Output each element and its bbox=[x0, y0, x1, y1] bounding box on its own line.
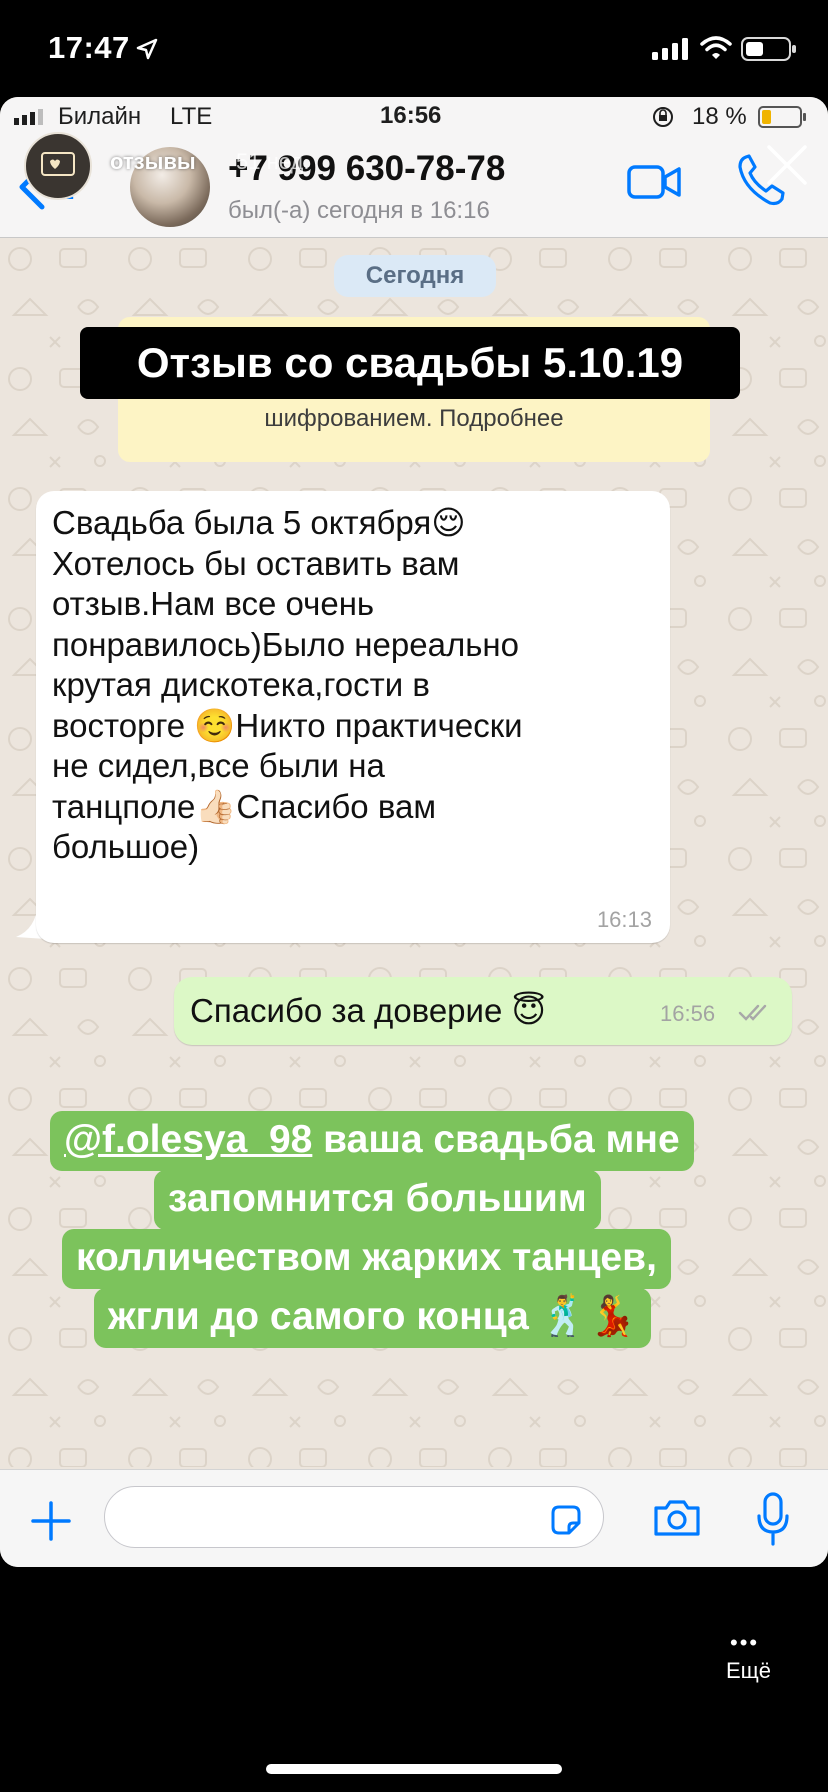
incoming-message-text: Свадьба была 5 октября😌 Хотелось бы оста… bbox=[52, 504, 523, 865]
more-label: Ещё bbox=[726, 1658, 772, 1683]
read-ticks-icon bbox=[738, 1004, 767, 1021]
message-input[interactable] bbox=[104, 1486, 604, 1548]
close-icon[interactable] bbox=[764, 142, 810, 188]
inner-status-bar: Билайн LTE 16:56 18 % bbox=[0, 97, 828, 135]
story-account-avatar[interactable] bbox=[24, 132, 92, 200]
caption-line-4: жгли до самого конца 🕺💃 bbox=[94, 1288, 651, 1348]
plus-icon[interactable] bbox=[30, 1500, 72, 1542]
more-dots-icon: ••• bbox=[730, 1630, 760, 1655]
incoming-message-time: 16:13 bbox=[596, 907, 652, 932]
battery-icon bbox=[741, 37, 796, 61]
location-arrow-icon bbox=[136, 38, 158, 60]
home-indicator[interactable] bbox=[266, 1764, 562, 1774]
mention-handle[interactable]: @f.olesya_98 bbox=[64, 1118, 312, 1161]
encryption-notice-text: шифрованием. Подробнее bbox=[264, 405, 564, 432]
inner-time: 16:56 bbox=[380, 102, 442, 129]
wifi-icon bbox=[700, 36, 732, 59]
inner-battery-icon bbox=[758, 106, 806, 128]
chat-input-bar bbox=[0, 1469, 828, 1567]
contact-last-seen: был(-а) сегодня в 16:16 bbox=[228, 197, 490, 224]
inner-carrier: Билайн bbox=[58, 103, 142, 130]
story-card: Билайн LTE 16:56 18 % 2 +7 999 630-78-78… bbox=[0, 97, 828, 1567]
os-status-time: 17:47 bbox=[48, 30, 130, 65]
inner-battery-percent: 18 % bbox=[692, 103, 747, 130]
sticker-icon[interactable] bbox=[549, 1503, 583, 1537]
cellular-signal-icon bbox=[652, 38, 688, 60]
story-title-label: Отзыв со свадьбы 5.10.19 bbox=[80, 327, 740, 399]
inner-network: LTE bbox=[170, 103, 213, 130]
outgoing-message-text: Спасибо за доверие 😇 bbox=[190, 992, 546, 1029]
outgoing-message[interactable]: Спасибо за доверие 😇 16:56 bbox=[174, 977, 792, 1045]
heart-box-icon bbox=[41, 152, 75, 176]
rotation-lock-icon bbox=[653, 107, 673, 127]
date-separator: Сегодня bbox=[334, 255, 496, 297]
story-account-name[interactable]: отзывы bbox=[110, 149, 196, 175]
story-age: 51 нед. bbox=[236, 149, 310, 174]
caption-line-1-text: ваша свадьба мне bbox=[312, 1118, 680, 1161]
caption-line-2: запомнится большим bbox=[154, 1170, 601, 1230]
caption-line-1: @f.olesya_98 ваша свадьба мне bbox=[50, 1111, 694, 1171]
inner-signal-icon bbox=[14, 109, 43, 125]
caption-line-3: колличеством жарких танцев, bbox=[62, 1229, 671, 1289]
more-button[interactable]: ••• Ещё bbox=[720, 1624, 790, 1694]
video-call-icon[interactable] bbox=[626, 162, 682, 202]
camera-icon[interactable] bbox=[652, 1498, 702, 1538]
microphone-icon[interactable] bbox=[756, 1492, 790, 1546]
outgoing-message-time: 16:56 bbox=[660, 1001, 716, 1026]
incoming-message[interactable]: Свадьба была 5 октября😌 Хотелось бы оста… bbox=[36, 491, 670, 943]
